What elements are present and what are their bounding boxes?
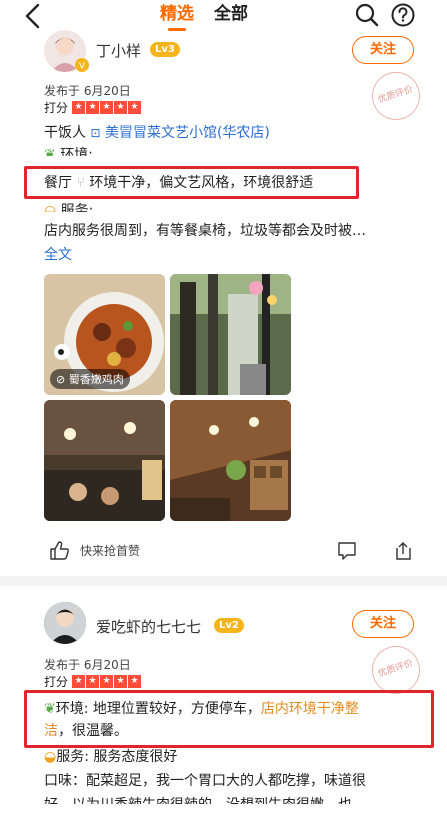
service-heading-text: 服务: <box>60 203 94 212</box>
tag-icon: ⊘ <box>56 373 66 386</box>
service-text: 服务: 服务态度很好 <box>56 749 178 765</box>
env-text-line-1: ❦环境: 地理位置较好，方便停车，店内环境干净整 <box>44 698 359 718</box>
service-text: 店内服务很周到，有等餐桌椅，垃圾等都会及时被… <box>44 223 366 239</box>
highlight-box <box>24 166 359 199</box>
tab-featured[interactable]: 精选 <box>160 3 194 31</box>
star-icon: ★ <box>86 675 100 688</box>
username[interactable]: 爱吃虾的七七七 <box>96 616 201 637</box>
back-arrow-icon[interactable] <box>18 2 48 30</box>
search-icon[interactable] <box>354 2 380 28</box>
star-icon: ★ <box>128 101 142 114</box>
env-heading-text: 环境: <box>60 147 93 156</box>
follow-button[interactable]: 关注 <box>352 610 414 638</box>
star-icon: ★ <box>100 101 114 114</box>
env-highlight: 店内环境干净整 <box>260 701 359 717</box>
taste-line-cut: 好，以为川香辣牛肉很辣的，没想到牛肉很嫩，也 <box>44 794 352 804</box>
username[interactable]: 丁小样 <box>96 40 141 61</box>
shop-link[interactable]: 美冒冒菜文艺小馆(华农店) <box>105 125 270 141</box>
env-highlight-end: 洁 <box>44 723 58 739</box>
env-text-prefix: 环境: 地理位置较好，方便停车， <box>55 701 261 717</box>
follow-button[interactable]: 关注 <box>352 36 414 64</box>
review-photo-3[interactable] <box>44 400 165 521</box>
review-photo-4[interactable] <box>170 400 291 521</box>
taste-line: 口味：配菜超足，我一个胃口大的人都吃撑，味道很 <box>44 773 366 789</box>
review-photo-2[interactable] <box>170 274 291 395</box>
env-text-suffix: ，很温馨。 <box>58 723 128 739</box>
rating-stars: ★ ★ ★ ★ ★ <box>72 675 142 688</box>
rating-label: 打分 <box>44 101 69 115</box>
dish-tag[interactable]: ⊘ 蜀香嫩鸡肉 <box>50 369 130 389</box>
star-icon: ★ <box>114 675 128 688</box>
author-shop-line: 干饭人 ⊡ 美冒冒菜文艺小馆(华农店) <box>44 122 270 142</box>
star-icon: ★ <box>86 101 100 114</box>
cake-icon: ◒ <box>44 203 57 212</box>
comment-icon[interactable] <box>336 540 358 562</box>
service-heading: ◒ 服务: <box>44 200 93 212</box>
star-icon: ★ <box>100 675 114 688</box>
rating-label: 打分 <box>44 675 69 689</box>
author-tag: 干饭人 <box>44 125 86 141</box>
env-heading: ❦ 环境: <box>44 144 93 156</box>
thumbs-up-icon[interactable] <box>48 539 70 561</box>
cake-icon: ◒ <box>44 749 57 765</box>
star-icon: ★ <box>114 101 128 114</box>
expand-full-text-link[interactable]: 全文 <box>44 244 72 264</box>
svg-text:V: V <box>79 62 86 72</box>
review-card-2: 爱吃虾的七七七 Lv2 关注 优质评价 发布于 6月20日 打分 ★ ★ ★ ★ ★ ❦… <box>0 586 447 815</box>
help-icon[interactable] <box>390 2 416 28</box>
tab-all[interactable]: 全部 <box>214 3 248 31</box>
level-badge: Lv3 <box>150 42 180 57</box>
publish-date: 发布于 6月20日 <box>44 658 131 672</box>
rating-stars: ★ ★ ★ ★ ★ <box>72 101 142 114</box>
like-prompt[interactable]: 快来抢首赞 <box>80 542 140 559</box>
quality-review-stamp: 优质评价 <box>365 65 427 127</box>
star-icon: ★ <box>72 101 86 114</box>
service-line: ◒服务: 服务态度很好 <box>44 746 177 766</box>
leaf-icon: ❦ <box>44 701 56 717</box>
verified-badge-icon: V <box>75 58 89 72</box>
env-text-line-2: 洁，很温馨。 <box>44 720 128 740</box>
review-action-bar: 快来抢首赞 <box>0 536 447 566</box>
card-separator <box>0 576 447 586</box>
publish-date: 发布于 6月20日 <box>44 84 131 98</box>
review-card-1: V 丁小样 Lv3 关注 优质评价 发布于 6月20日 打分 ★ ★ ★ ★ ★ 干饭人… <box>0 30 447 576</box>
rating-row: 打分 ★ ★ ★ ★ ★ <box>44 673 142 690</box>
leaf-icon: ❦ <box>44 147 56 156</box>
share-icon[interactable] <box>392 540 414 562</box>
level-badge: Lv2 <box>214 618 244 633</box>
avatar[interactable] <box>44 602 86 644</box>
review-photo-1[interactable]: ⊘ 蜀香嫩鸡肉 <box>44 274 165 395</box>
review-tabs: 精选 全部 <box>160 3 248 31</box>
dish-tag-label: 蜀香嫩鸡肉 <box>68 373 124 386</box>
star-icon: ★ <box>72 675 86 688</box>
rating-row: 打分 ★ ★ ★ ★ ★ <box>44 99 142 116</box>
shop-icon: ⊡ <box>90 126 101 140</box>
star-icon: ★ <box>128 675 142 688</box>
